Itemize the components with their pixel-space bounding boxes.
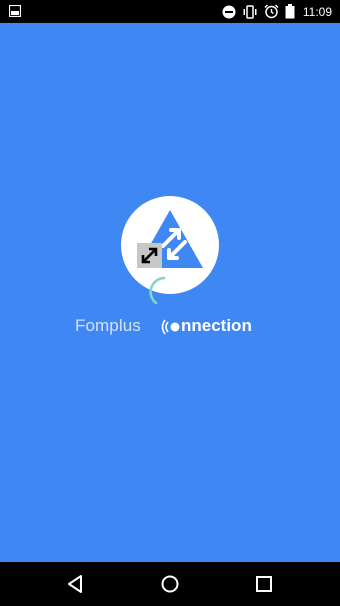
vibrate-icon [243, 4, 257, 19]
brand-suffix: nnection [181, 316, 252, 335]
resize-arrows-icon [141, 247, 158, 264]
do-not-disturb-icon [222, 5, 236, 18]
home-icon[interactable] [158, 572, 182, 596]
back-icon[interactable] [63, 572, 87, 596]
brand-title: Fomplus nnection [0, 313, 340, 339]
status-bar: 11:09 [0, 0, 340, 23]
brand-name: Fomplus [75, 316, 141, 335]
expand-badge[interactable] [137, 243, 162, 268]
navigation-bar [0, 562, 340, 606]
splash-screen: 11:09 Fomplus nnection [0, 0, 340, 606]
loading-spinner [149, 276, 166, 305]
status-clock: 11:09 [302, 4, 332, 19]
recent-apps-icon[interactable] [252, 572, 276, 596]
signal-c-icon [161, 319, 180, 335]
image-notification-icon [9, 5, 21, 17]
battery-icon [285, 4, 295, 19]
alarm-icon [264, 4, 279, 19]
status-icons: 11:09 [222, 0, 332, 23]
